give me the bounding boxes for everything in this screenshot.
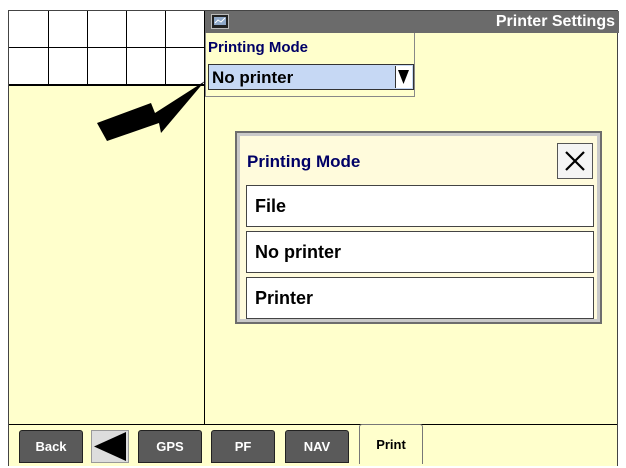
tab-print[interactable]: Print [359,424,423,464]
printing-mode-field: Printing Mode No printer [205,33,415,97]
printing-mode-value: No printer [212,68,294,87]
option-file[interactable]: File [246,185,594,227]
option-label: No printer [255,242,342,262]
grid-cell[interactable] [9,48,49,85]
pointer-arrow-icon [97,81,205,141]
dialog-body: Printing Mode File No printer Printer [240,136,597,319]
tab-bar: Back GPS PF NAV Print [9,424,617,466]
triangle-down-icon [398,70,409,84]
display-screen: Printer Settings Printing Mode No printe… [8,10,619,466]
grid-cell[interactable] [49,48,88,85]
printing-mode-select[interactable]: No printer [208,64,414,90]
dialog-title: Printing Mode [247,152,361,171]
shortcut-grid [9,11,206,86]
back-label: Back [35,439,67,454]
tab-gps[interactable]: GPS [138,430,202,463]
grid-cell[interactable] [88,11,127,48]
page-title: Printer Settings [495,13,615,30]
option-label: File [255,196,287,216]
back-button[interactable]: Back [19,430,83,463]
option-no-printer[interactable]: No printer [246,231,594,273]
option-printer[interactable]: Printer [246,277,594,319]
option-label: Printer [255,288,314,308]
display-icon [211,14,229,29]
dropdown-button[interactable] [395,66,412,88]
grid-cell[interactable] [49,11,88,48]
tab-nav[interactable]: NAV [285,430,349,463]
title-bar: Printer Settings [205,11,619,33]
tab-pf[interactable]: PF [211,430,275,463]
printing-mode-label: Printing Mode [208,39,308,56]
printing-mode-dialog: Printing Mode File No printer Printer [235,131,602,324]
grid-cell[interactable] [9,11,49,48]
grid-cell[interactable] [166,11,205,48]
grid-cell[interactable] [127,11,166,48]
tab-label: GPS [156,439,184,454]
tab-label: Print [376,437,406,452]
close-button[interactable] [557,143,593,179]
close-icon [565,151,585,171]
tab-label: PF [234,439,252,454]
tab-label: NAV [303,439,331,454]
back-arrow-button[interactable] [91,430,129,463]
triangle-left-icon [94,432,126,461]
